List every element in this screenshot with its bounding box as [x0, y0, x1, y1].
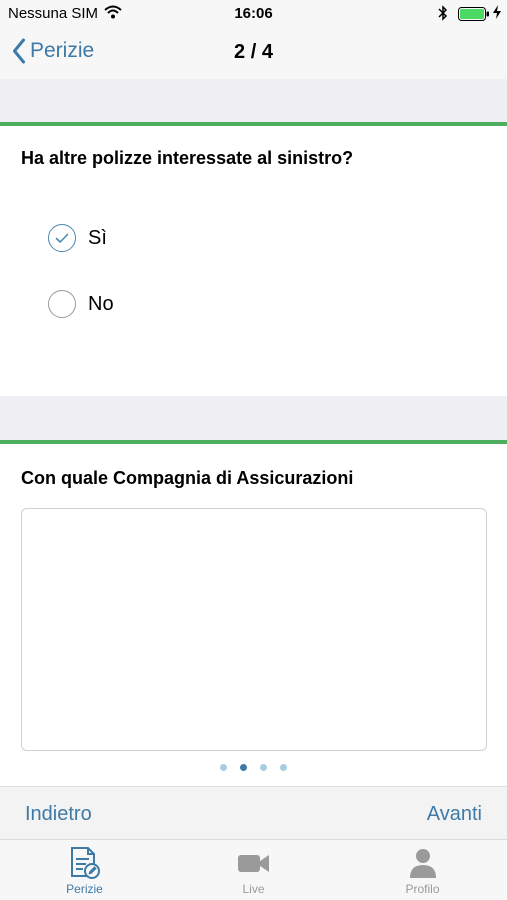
option-label: Sì — [88, 226, 107, 249]
tab-label: Profilo — [405, 882, 440, 896]
question-title: Ha altre polizze interessate al sinistro… — [21, 148, 354, 168]
tab-profilo[interactable]: Profilo — [338, 840, 507, 900]
page-dot — [220, 764, 227, 771]
option-si[interactable]: Sì — [48, 224, 107, 252]
question-title: Con quale Compagnia di Assicurazioni — [21, 468, 354, 488]
document-edit-icon — [70, 847, 100, 879]
tab-perizie[interactable]: Perizie — [0, 840, 169, 900]
page-indicator — [0, 764, 507, 771]
section-divider — [0, 122, 507, 126]
page-dot-active — [240, 764, 247, 771]
bluetooth-icon — [438, 5, 448, 25]
page-dot — [260, 764, 267, 771]
battery-icon — [458, 7, 490, 25]
back-step-button[interactable]: Indietro — [25, 803, 92, 826]
page-title: 2 / 4 — [234, 41, 273, 63]
radio-unchecked-icon[interactable] — [48, 290, 76, 318]
tab-label: Live — [242, 882, 265, 896]
navigation-bar: Perizie 2 / 4 — [0, 28, 507, 80]
option-label: No — [88, 292, 114, 315]
tab-label: Perizie — [66, 882, 103, 896]
tab-live[interactable]: Live — [169, 840, 338, 900]
next-step-button[interactable]: Avanti — [427, 803, 482, 826]
tab-bar: Perizie Live Profilo — [0, 840, 507, 900]
section-separator — [0, 396, 507, 440]
section-divider — [0, 440, 507, 444]
radio-checked-icon[interactable] — [48, 224, 76, 252]
status-bar: Nessuna SIM 16:06 — [0, 0, 507, 28]
insurance-company-input[interactable] — [21, 508, 487, 751]
page-dot — [280, 764, 287, 771]
charging-icon — [493, 5, 501, 23]
person-icon — [409, 849, 436, 878]
video-camera-icon — [237, 855, 269, 872]
step-navigation-bar: Indietro Avanti — [0, 786, 507, 840]
section-separator — [0, 79, 507, 122]
status-time: 16:06 — [234, 5, 273, 22]
option-no[interactable]: No — [48, 290, 114, 318]
